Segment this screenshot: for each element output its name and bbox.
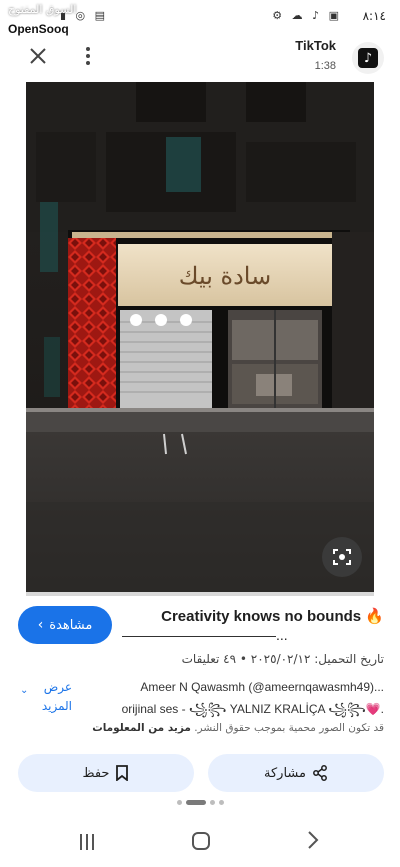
copyright-notice: قد تكون الصور محمية بموجب حقوق النشر. مز… bbox=[24, 722, 384, 734]
show-more-toggle[interactable]: ⌄ عرض المزيد bbox=[18, 678, 72, 716]
more-vert-icon bbox=[86, 47, 90, 65]
show-more-label: عرض المزيد bbox=[41, 680, 72, 713]
watermark-arabic: السوق المفتوح bbox=[8, 3, 77, 16]
upload-meta: تاريخ التحميل: ٢٠٢٥/٠٢/١٢ • ٤٩ تعليقات bbox=[181, 652, 384, 666]
caption-title: Creativity knows no bounds 🔥 bbox=[122, 608, 384, 626]
save-label: حفظ bbox=[82, 765, 110, 781]
save-button[interactable]: حفظ bbox=[18, 754, 194, 792]
pager-dot-active bbox=[185, 800, 206, 805]
description-line-2: orijinal ses - ꧁꧂ YALNIZ KRALİÇA ꧁꧂💗. bbox=[121, 702, 384, 716]
storefront-sign-text: سادة بيك bbox=[179, 262, 271, 290]
lens-search-icon bbox=[333, 549, 351, 565]
opensooq-watermark: السوق المفتوح OpenSooq bbox=[2, 2, 86, 40]
pager-dot bbox=[209, 800, 215, 805]
share-label: مشاركة bbox=[264, 765, 306, 781]
caption-title-text: Creativity knows no bounds bbox=[161, 608, 362, 625]
lens-search-button[interactable] bbox=[322, 537, 362, 577]
description-line-1: Ameer N Qawasmh (@ameernqawasmh49)... bbox=[140, 680, 384, 694]
image-pager bbox=[0, 800, 400, 805]
system-nav-bar bbox=[0, 822, 400, 867]
video-duration: 1:38 bbox=[314, 60, 336, 72]
share-icon bbox=[313, 765, 327, 781]
view-button[interactable]: ‹ مشاهدة bbox=[18, 606, 112, 644]
copyright-text: قد تكون الصور محمية بموجب حقوق النشر. bbox=[194, 722, 384, 734]
main-image[interactable]: سادة بيك bbox=[26, 82, 374, 592]
back-icon[interactable] bbox=[306, 830, 320, 850]
watermark-brand: OpenSooq bbox=[2, 20, 75, 38]
pager-dot bbox=[218, 800, 224, 805]
status-time: ٨:١٤ bbox=[362, 9, 386, 23]
share-button[interactable]: مشاركة bbox=[208, 754, 384, 792]
close-icon bbox=[30, 48, 46, 64]
fire-emoji: 🔥 bbox=[365, 608, 384, 625]
home-icon[interactable] bbox=[192, 832, 210, 850]
source-app-logo[interactable]: ♪ bbox=[352, 42, 384, 74]
caption-title-continued: ———————————... bbox=[122, 627, 288, 643]
image-bottom-strip bbox=[26, 592, 374, 596]
source-app-name: TikTok bbox=[295, 38, 336, 53]
more-options-button[interactable] bbox=[80, 44, 96, 68]
pager-dot bbox=[176, 800, 182, 805]
bookmark-icon bbox=[116, 765, 129, 781]
chevron-left-icon: ‹ bbox=[37, 617, 44, 633]
status-system-icons: ⚙ ☁ ♪ ▣ bbox=[272, 9, 342, 22]
more-info-link[interactable]: مزيد من المعلومات bbox=[92, 722, 191, 734]
storefront-photo: سادة بيك bbox=[26, 82, 374, 592]
close-button[interactable] bbox=[26, 44, 50, 68]
chevron-down-icon: ⌄ bbox=[20, 685, 29, 696]
recents-icon[interactable] bbox=[80, 834, 100, 852]
view-button-label: مشاهدة bbox=[49, 617, 93, 633]
tiktok-logo-icon: ♪ bbox=[358, 48, 378, 68]
